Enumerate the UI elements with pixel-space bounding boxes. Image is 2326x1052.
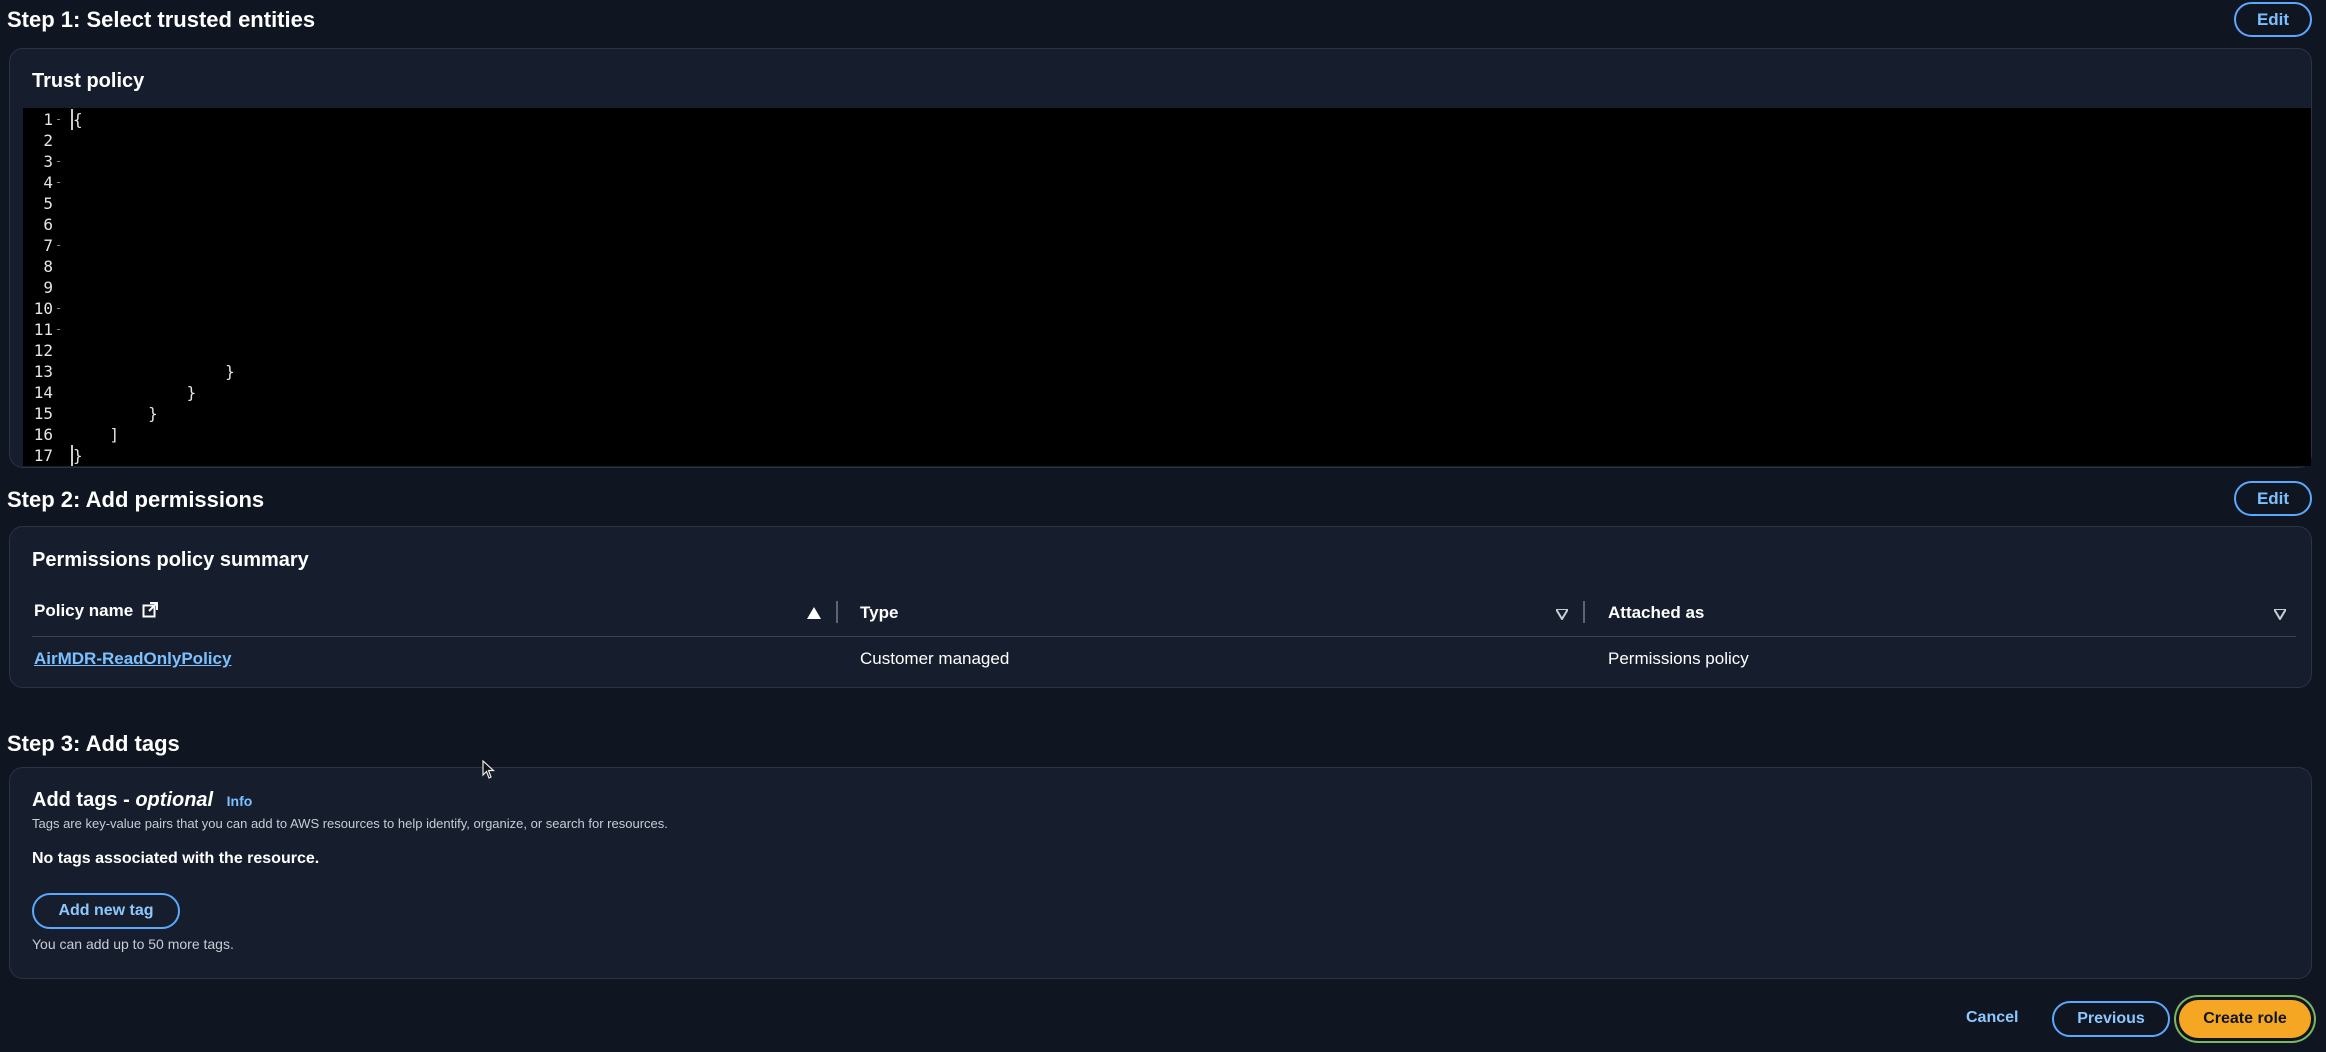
- fold-toggle-icon[interactable]: -: [55, 319, 62, 340]
- info-link[interactable]: Info: [227, 793, 253, 809]
- fold-toggle-icon[interactable]: -: [55, 109, 62, 130]
- line-number: 15: [33, 404, 53, 423]
- tags-description: Tags are key-value pairs that you can ad…: [32, 816, 668, 831]
- code-line: }: [71, 404, 158, 423]
- step3-title: Step 3: Add tags: [7, 731, 180, 756]
- no-tags-message: No tags associated with the resource.: [32, 850, 320, 867]
- trust-policy-title: Trust policy: [32, 70, 145, 92]
- line-number: 17: [33, 446, 53, 465]
- step2-title: Step 2: Add permissions: [7, 487, 265, 512]
- line-number: 5: [43, 194, 53, 213]
- add-tags-title-optional: optional: [135, 789, 214, 811]
- column-type[interactable]: Type: [860, 603, 898, 623]
- code-line: }: [71, 362, 235, 381]
- add-tags-title: Add tags - optional Info: [32, 789, 252, 812]
- line-number: 2: [43, 131, 53, 150]
- line-number: 16: [33, 425, 53, 444]
- trust-policy-editor[interactable]: 1-{2 3-4-5 6 7-8 9 10-11-12 13 } 14 } 15 } 16 ] 17…: [23, 108, 2311, 466]
- line-number: 3: [43, 152, 53, 171]
- attached-as-cell: Permissions policy: [1608, 649, 1749, 668]
- fold-toggle-icon[interactable]: -: [55, 151, 62, 172]
- code-line: }: [71, 383, 197, 402]
- line-number: 9: [43, 278, 53, 297]
- line-number: 8: [43, 257, 53, 276]
- code-line: }: [71, 445, 83, 466]
- sort-ascending-icon[interactable]: [807, 606, 821, 624]
- fold-toggle-icon[interactable]: -: [55, 235, 62, 256]
- column-policy-name[interactable]: Policy name: [34, 601, 158, 623]
- line-number: 12: [33, 341, 53, 360]
- external-link-icon: [142, 602, 158, 623]
- column-policy-name-label: Policy name: [34, 601, 134, 620]
- mouse-pointer-icon: [482, 759, 496, 785]
- step2-edit-button[interactable]: Edit: [2234, 481, 2312, 516]
- column-divider: [836, 601, 838, 623]
- line-number: 11: [33, 320, 53, 339]
- permissions-panel: Permissions policy summary Policy name T…: [9, 526, 2312, 688]
- policy-type-cell: Customer managed: [860, 649, 1010, 668]
- step1-edit-button[interactable]: Edit: [2234, 2, 2312, 37]
- column-divider: [1583, 601, 1585, 623]
- line-number: 6: [43, 215, 53, 234]
- sort-descending-icon[interactable]: [2272, 607, 2288, 625]
- column-attached-as[interactable]: Attached as: [1608, 603, 1704, 623]
- policy-name-link[interactable]: AirMDR-ReadOnlyPolicy: [34, 649, 231, 669]
- add-tags-title-main: Add tags -: [32, 789, 136, 811]
- code-line: ]: [71, 425, 120, 444]
- previous-button[interactable]: Previous: [2052, 1001, 2170, 1037]
- create-role-button[interactable]: Create role: [2179, 1000, 2311, 1038]
- fold-toggle-icon[interactable]: -: [55, 298, 62, 319]
- header-divider: [32, 636, 2296, 637]
- line-number: 13: [33, 362, 53, 381]
- cancel-button[interactable]: Cancel: [1966, 1009, 2018, 1027]
- tag-limit-note: You can add up to 50 more tags.: [32, 936, 234, 952]
- step1-title: Step 1: Select trusted entities: [7, 7, 316, 32]
- sort-descending-icon[interactable]: [1554, 607, 1570, 625]
- line-number: 4: [43, 173, 53, 192]
- add-new-tag-button[interactable]: Add new tag: [32, 893, 180, 929]
- line-number: 10: [33, 299, 53, 318]
- tags-panel: Add tags - optional Info Tags are key-va…: [9, 767, 2312, 979]
- table-row: AirMDR-ReadOnlyPolicy Customer managed P…: [10, 645, 2311, 675]
- permissions-summary-title: Permissions policy summary: [32, 549, 309, 571]
- fold-toggle-icon[interactable]: -: [55, 172, 62, 193]
- permissions-table-header: Policy name Type Attached as: [10, 597, 2311, 637]
- line-number: 14: [33, 383, 53, 402]
- line-number: 1: [43, 110, 53, 129]
- line-number: 7: [43, 236, 53, 255]
- code-line: {: [71, 109, 83, 130]
